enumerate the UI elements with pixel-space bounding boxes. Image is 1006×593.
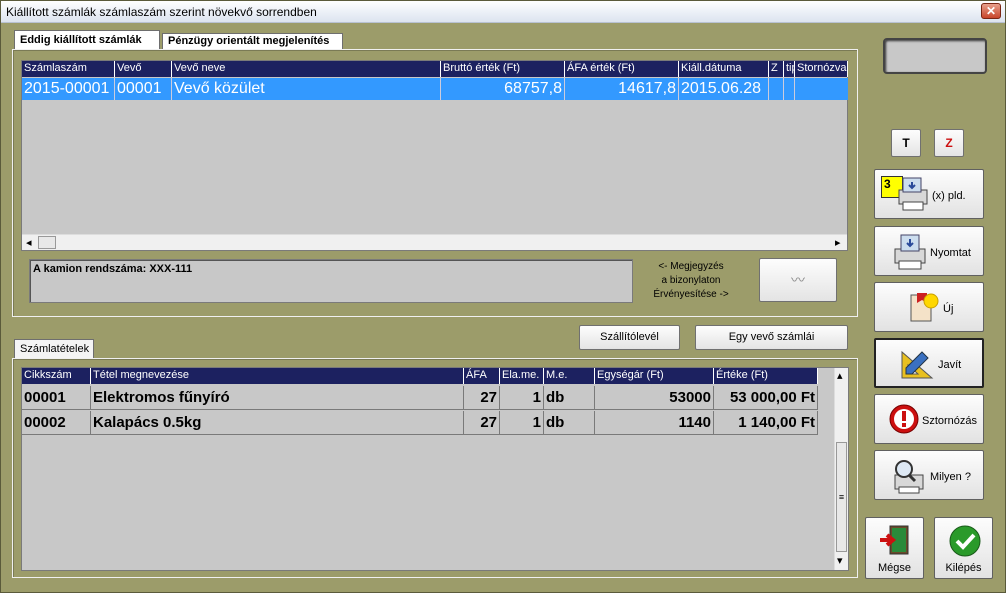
tab-issued-invoices[interactable]: Eddig kiállított számlák	[14, 30, 160, 51]
note-hint-line1: <- Megjegyzés	[658, 261, 724, 272]
delivery-note-button[interactable]: Szállítólevél	[579, 325, 680, 350]
item-me: db	[544, 386, 595, 409]
list-item[interactable]: 00002 Kalapács 0.5kg 27 1 db 1140 1 140,…	[22, 411, 818, 435]
vertical-scroll-thumb[interactable]: ≡	[836, 442, 847, 552]
scroll-grip-icon: ≡	[838, 492, 845, 502]
col-header-brutto[interactable]: Bruttó érték (Ft)	[441, 61, 565, 77]
copies-label: (x) pld.	[932, 190, 966, 202]
edit-label: Javít	[938, 359, 962, 371]
col-header-megnevezes[interactable]: Tétel megnevezése	[91, 368, 464, 384]
col-header-items-afa[interactable]: ÁFA	[464, 368, 500, 384]
window-title: Kiállított számlák számlaszám szerint nö…	[6, 5, 317, 19]
new-button[interactable]: Új	[874, 282, 984, 332]
close-button[interactable]: ✕	[981, 3, 1001, 19]
col-header-datum[interactable]: Kiáll.dátuma	[679, 61, 769, 77]
cell-datum: 2015.06.28	[679, 78, 769, 100]
item-afa: 27	[464, 386, 500, 409]
customer-invoices-button[interactable]: Egy vevő számlái	[695, 325, 848, 350]
scroll-thumb[interactable]	[38, 236, 56, 249]
cell-vevo-neve: Vevő közület	[172, 78, 441, 100]
exit-label: Kilépés	[945, 562, 982, 574]
vertical-scrollbar[interactable]: ▴ ≡ ▾	[834, 368, 848, 570]
title-bar: Kiállított számlák számlaszám szerint nö…	[1, 1, 1005, 23]
cell-z	[769, 78, 784, 100]
note-hint-line2: a bizonylaton	[661, 275, 721, 286]
cell-szamlaszam: 2015-00001	[22, 78, 115, 100]
item-ertek: 1 140,00 Ft	[714, 411, 818, 434]
item-nev: Kalapács 0.5kg	[91, 411, 464, 434]
storno-button[interactable]: Sztornózás	[874, 394, 984, 444]
printer-icon	[894, 234, 926, 270]
cell-tip	[784, 78, 795, 100]
printer-icon	[898, 177, 928, 211]
tab-finance-view[interactable]: Pénzügy orientált megjelenítés	[162, 33, 343, 50]
print-button[interactable]: Nyomtat	[874, 226, 984, 276]
signature-icon: 〰	[791, 272, 805, 288]
new-document-icon	[910, 293, 939, 322]
status-display	[883, 38, 987, 74]
note-hint: <- Megjegyzés a bizonylaton Érvényesítés…	[646, 260, 736, 302]
what-button[interactable]: Milyen ?	[874, 450, 984, 500]
item-egysegar: 53000	[595, 386, 714, 409]
col-header-ertek[interactable]: Értéke (Ft)	[714, 368, 818, 384]
exit-button[interactable]: Kilépés	[934, 517, 993, 579]
item-nev: Elektromos fűnyíró	[91, 386, 464, 409]
col-header-cikkszam[interactable]: Cikkszám	[22, 368, 91, 384]
warning-icon	[889, 404, 919, 434]
col-header-vevo[interactable]: Vevő	[115, 61, 172, 77]
cancel-label: Mégse	[877, 562, 912, 574]
scroll-up-icon[interactable]: ▴	[837, 369, 843, 382]
item-cikkszam: 00001	[22, 386, 91, 409]
col-header-me[interactable]: M.e.	[544, 368, 595, 384]
note-hint-line3: Érvényesítése ->	[653, 289, 729, 300]
edit-button[interactable]: Javít	[874, 338, 984, 388]
col-header-stornozva[interactable]: Stornózva	[795, 61, 848, 77]
item-ertek: 53 000,00 Ft	[714, 386, 818, 409]
item-me: db	[544, 411, 595, 434]
scroll-right-icon[interactable]: ▸	[835, 236, 841, 249]
horizontal-scrollbar[interactable]: ◂ ▸	[22, 234, 847, 250]
ruler-icon	[901, 350, 934, 379]
cancel-button[interactable]: Mégse	[865, 517, 924, 579]
table-row[interactable]: 2015-00001 00001 Vevő közület 68757,8 14…	[22, 78, 848, 100]
col-header-afa[interactable]: ÁFA érték (Ft)	[565, 61, 679, 77]
scroll-left-icon[interactable]: ◂	[26, 236, 32, 249]
scroll-down-icon[interactable]: ▾	[837, 554, 843, 567]
col-header-egysegar[interactable]: Egységár (Ft)	[595, 368, 714, 384]
cell-afa: 14617,8	[565, 78, 679, 100]
main-window: Kiállított számlák számlaszám szerint nö…	[0, 0, 1006, 593]
tab-invoice-items[interactable]: Számlatételek	[14, 339, 94, 359]
z-button[interactable]: Z	[934, 129, 964, 157]
col-header-z[interactable]: Z	[769, 61, 784, 77]
cell-vevo: 00001	[115, 78, 172, 100]
col-header-mennyiseg[interactable]: Ela.me.	[500, 368, 544, 384]
print-label: Nyomtat	[930, 247, 971, 259]
item-mennyiseg: 1	[500, 411, 544, 434]
print-copies-button[interactable]: 3 (x) pld.	[874, 169, 984, 219]
col-header-szamlaszam[interactable]: Számlaszám	[22, 61, 115, 77]
item-egysegar: 1140	[595, 411, 714, 434]
preview-icon	[894, 460, 924, 494]
note-textarea[interactable]: A kamion rendszáma: XXX-111	[29, 259, 633, 303]
cell-datum-text: 2015.06.28	[681, 80, 762, 97]
cell-brutto: 68757,8	[441, 78, 565, 100]
invoice-grid: Számlaszám Vevő Vevő neve Bruttó érték (…	[21, 60, 848, 251]
t-button[interactable]: T	[891, 129, 921, 157]
checkmark-icon	[949, 525, 981, 557]
col-header-tip[interactable]: tip	[784, 61, 795, 77]
col-header-vevo-neve[interactable]: Vevő neve	[172, 61, 441, 77]
validate-note-button[interactable]: 〰	[759, 258, 837, 302]
storno-label: Sztornózás	[922, 415, 978, 427]
exit-door-icon	[880, 525, 909, 555]
what-label: Milyen ?	[930, 471, 971, 483]
item-cikkszam: 00002	[22, 411, 91, 434]
cell-stornozva	[795, 78, 848, 100]
item-afa: 27	[464, 411, 500, 434]
list-item[interactable]: 00001 Elektromos fűnyíró 27 1 db 53000 5…	[22, 386, 818, 410]
new-label: Új	[943, 303, 954, 315]
item-mennyiseg: 1	[500, 386, 544, 409]
items-grid: Cikkszám Tétel megnevezése ÁFA Ela.me. M…	[21, 367, 849, 571]
